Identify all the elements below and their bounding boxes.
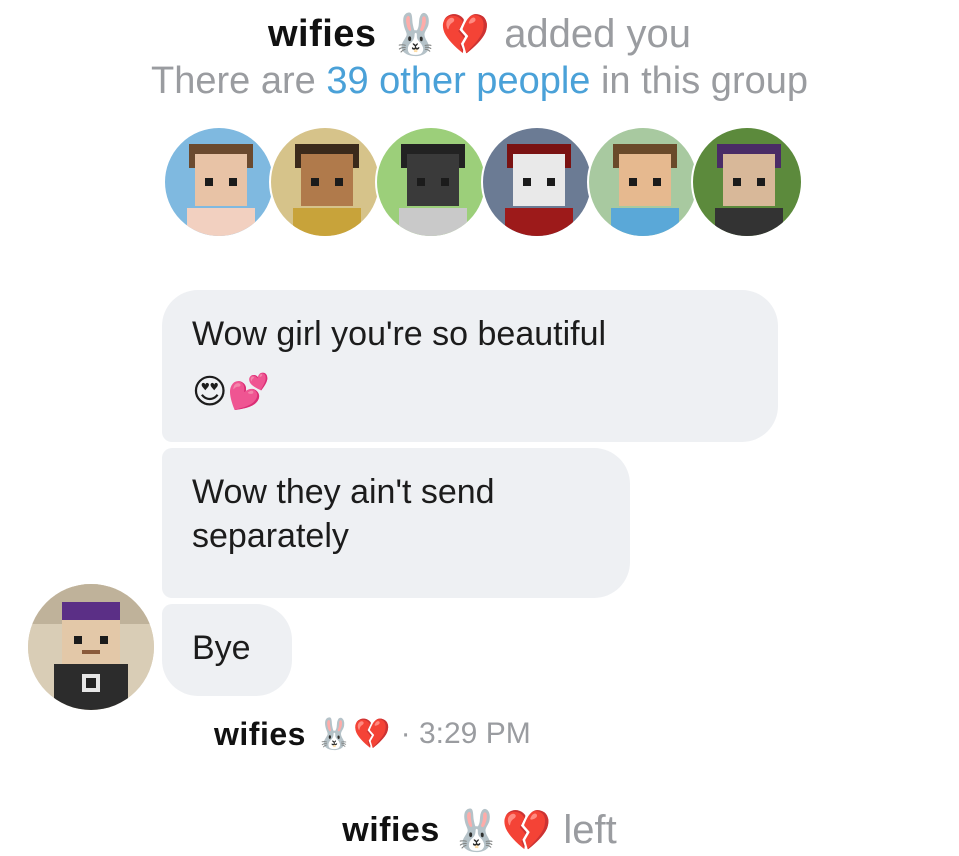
member-avatar[interactable] [375, 126, 487, 238]
message-text: Bye [192, 629, 251, 667]
bunny-icon: 🐰 [451, 807, 502, 854]
avatar-face [407, 154, 459, 206]
member-avatar[interactable] [269, 126, 381, 238]
group-emojis: 🐰💔 [391, 11, 491, 58]
other-people-link[interactable]: 39 other people [326, 60, 590, 102]
added-notice: wifies 🐰💔 added you [0, 8, 959, 60]
avatar-eye [417, 178, 425, 186]
left-text: left [563, 807, 617, 852]
broken-heart-icon: 💔 [501, 807, 552, 854]
avatar-eye [653, 178, 661, 186]
bunny-icon: 🐰 [315, 716, 354, 752]
group-name[interactable]: wifies [268, 13, 377, 56]
avatar-face [619, 154, 671, 206]
avatar-body [399, 208, 467, 236]
info-prefix: There are [151, 60, 316, 102]
broken-heart-icon: 💔 [353, 716, 391, 752]
member-avatar[interactable] [691, 126, 803, 238]
message-text: Wow they ain't send separately [192, 473, 495, 555]
avatar-eye [547, 178, 555, 186]
avatar-eye [733, 178, 741, 186]
message-time: · 3:29 PM [400, 717, 531, 750]
sender-avatar[interactable] [28, 584, 154, 710]
avatar-eye [441, 178, 449, 186]
avatar-face [195, 154, 247, 206]
avatar-eye [629, 178, 637, 186]
avatar-eye [229, 178, 237, 186]
added-you-text: added you [504, 11, 692, 56]
left-emojis: 🐰💔 [452, 807, 552, 854]
avatar-face [513, 154, 565, 206]
avatar-body [611, 208, 679, 236]
left-notice: wifies 🐰💔 left [0, 804, 959, 856]
message-meta: wifies 🐰💔 · 3:29 PM [214, 710, 531, 758]
avatar-eye [523, 178, 531, 186]
bunny-icon: 🐰 [390, 11, 441, 58]
avatar-eye [335, 178, 343, 186]
message-bubble[interactable]: Bye [162, 604, 292, 696]
sender-name[interactable]: wifies [214, 716, 306, 753]
message-bubble[interactable]: Wow they ain't send separately [162, 448, 630, 598]
message-bubble[interactable]: Wow girl you're so beautiful 😍💕 [162, 290, 778, 442]
avatar-body [293, 208, 361, 236]
avatar-face [723, 154, 775, 206]
broken-heart-icon: 💔 [440, 11, 491, 58]
avatar-body [187, 208, 255, 236]
member-avatar[interactable] [163, 126, 275, 238]
left-group-name[interactable]: wifies [342, 811, 439, 850]
member-avatar[interactable] [587, 126, 699, 238]
info-suffix: in this group [600, 60, 808, 102]
avatar-eye [205, 178, 213, 186]
avatar-body [715, 208, 783, 236]
member-avatars [163, 126, 803, 242]
heart-eyes-icon: 😍💕 [192, 372, 270, 412]
avatar-face [301, 154, 353, 206]
avatar-eye [311, 178, 319, 186]
sender-emojis: 🐰💔 [316, 717, 391, 752]
member-avatar[interactable] [481, 126, 593, 238]
message-text: Wow girl you're so beautiful [192, 315, 607, 353]
group-info: There are 39 other people in this group [0, 60, 959, 106]
sender-avatar-image [28, 584, 154, 710]
avatar-body [505, 208, 573, 236]
avatar-eye [757, 178, 765, 186]
